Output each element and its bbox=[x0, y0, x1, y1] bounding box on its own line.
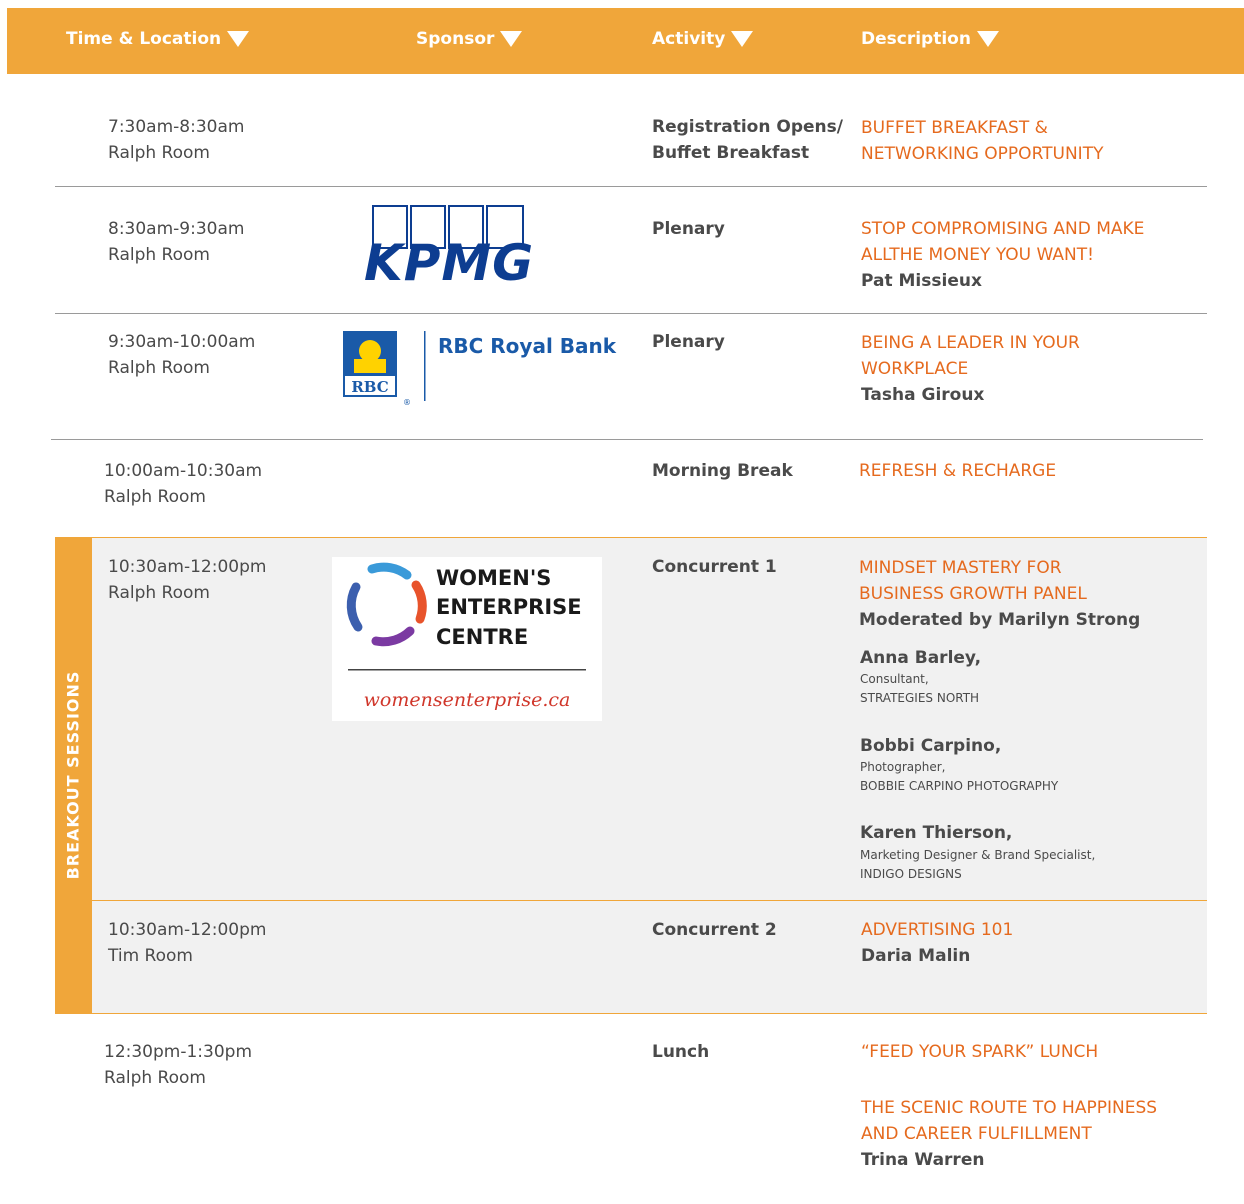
session-description: REFRESH & RECHARGE bbox=[859, 461, 1057, 481]
wec-url: womensenterprise.ca bbox=[364, 689, 571, 711]
session-time: 8:30am-9:30am bbox=[108, 219, 245, 239]
speaker-name: Trina Warren bbox=[861, 1150, 985, 1170]
session-time: 10:00am-10:30am bbox=[104, 461, 263, 481]
speaker-name: Tasha Giroux bbox=[861, 385, 985, 405]
rbc-wordmark: RBC Royal Bank bbox=[438, 334, 617, 358]
session-room: Ralph Room bbox=[104, 1068, 206, 1088]
rbc-crest-text: RBC bbox=[351, 378, 388, 396]
breakout-mid-divider bbox=[92, 900, 1207, 901]
panelist-title: Photographer, bbox=[860, 760, 946, 774]
session-room: Ralph Room bbox=[108, 143, 210, 163]
session-description: STOP COMPROMISING AND MAKE bbox=[861, 219, 1145, 239]
session-activity: Buffet Breakfast bbox=[652, 143, 810, 163]
moderator-name: Moderated by Marilyn Strong bbox=[859, 610, 1141, 630]
session-activity: Concurrent 2 bbox=[652, 920, 777, 940]
registered-mark: ® bbox=[403, 398, 411, 407]
row-divider bbox=[55, 313, 1207, 314]
sort-activity[interactable]: Activity bbox=[652, 28, 754, 50]
panelist-name: Bobbi Carpino, bbox=[860, 736, 1002, 756]
wec-name-line3: CENTRE bbox=[436, 625, 528, 649]
sort-arrow-icon[interactable] bbox=[227, 31, 250, 47]
session-activity: Concurrent 1 bbox=[652, 557, 777, 577]
sort-arrow-icon[interactable] bbox=[976, 31, 999, 47]
sort-arrow-icon[interactable] bbox=[731, 31, 754, 47]
session-room: Ralph Room bbox=[108, 583, 210, 603]
session-room: Ralph Room bbox=[108, 358, 210, 378]
session-room: Ralph Room bbox=[108, 245, 210, 265]
session-description: AND CAREER FULFILLMENT bbox=[861, 1124, 1092, 1144]
sort-arrow-icon[interactable] bbox=[500, 31, 523, 47]
session-time: 12:30pm-1:30pm bbox=[104, 1042, 253, 1062]
panelist-title: Consultant, bbox=[860, 672, 929, 686]
row-divider bbox=[55, 186, 1207, 187]
session-description: BUFFET BREAKFAST & bbox=[861, 118, 1048, 138]
breakout-sessions-label: BREAKOUT SESSIONS bbox=[63, 670, 83, 880]
session-description: “FEED YOUR SPARK” LUNCH bbox=[861, 1042, 1099, 1062]
header-sponsor-label: Sponsor bbox=[416, 29, 495, 49]
kpmg-logo: KPMG bbox=[364, 205, 534, 284]
wec-name-line2: ENTERPRISE bbox=[436, 595, 582, 619]
session-time: 7:30am-8:30am bbox=[108, 117, 245, 137]
session-room: Tim Room bbox=[108, 946, 193, 966]
header-time-label: Time & Location bbox=[66, 29, 222, 49]
session-time: 10:30am-12:00pm bbox=[108, 557, 267, 577]
session-activity: Morning Break bbox=[652, 461, 793, 481]
rbc-logo: RBC ® RBC Royal Bank bbox=[343, 331, 617, 407]
womens-enterprise-centre-logo: WOMEN'S ENTERPRISE CENTRE womensenterpri… bbox=[332, 557, 602, 721]
session-time: 10:30am-12:00pm bbox=[108, 920, 267, 940]
wec-name-line1: WOMEN'S bbox=[436, 566, 551, 590]
session-description: WORKPLACE bbox=[861, 359, 969, 379]
panelist-company: STRATEGIES NORTH bbox=[860, 691, 980, 705]
panelist-company: INDIGO DESIGNS bbox=[860, 867, 962, 881]
session-time: 9:30am-10:00am bbox=[108, 332, 256, 352]
row-divider bbox=[51, 439, 1203, 440]
session-description: BEING A LEADER IN YOUR bbox=[861, 333, 1080, 353]
header-description-label: Description bbox=[861, 29, 971, 49]
session-activity: Registration Opens/ bbox=[652, 117, 843, 137]
session-activity: Plenary bbox=[652, 219, 725, 239]
panelist-company: BOBBIE CARPINO PHOTOGRAPHY bbox=[860, 779, 1059, 793]
session-activity: Plenary bbox=[652, 332, 725, 352]
speaker-name: Daria Malin bbox=[861, 946, 971, 966]
sort-sponsor[interactable]: Sponsor bbox=[416, 28, 523, 50]
sort-time-location[interactable]: Time & Location bbox=[66, 28, 250, 50]
panelist-name: Anna Barley, bbox=[860, 648, 982, 668]
breakout-bottom-divider bbox=[55, 1013, 1207, 1014]
session-description: THE SCENIC ROUTE TO HAPPINESS bbox=[861, 1098, 1158, 1118]
session-description: ADVERTISING 101 bbox=[861, 920, 1014, 940]
session-description: MINDSET MASTERY FOR bbox=[859, 558, 1062, 578]
speaker-name: Pat Missieux bbox=[861, 271, 982, 291]
session-description: BUSINESS GROWTH PANEL bbox=[859, 584, 1087, 604]
panelist-title: Marketing Designer & Brand Specialist, bbox=[860, 848, 1096, 862]
session-description: NETWORKING OPPORTUNITY bbox=[861, 144, 1104, 164]
session-room: Ralph Room bbox=[104, 487, 206, 507]
header-activity-label: Activity bbox=[652, 29, 726, 49]
breakout-top-divider bbox=[55, 537, 1207, 538]
session-activity: Lunch bbox=[652, 1042, 710, 1062]
session-description: ALLTHE MONEY YOU WANT! bbox=[861, 245, 1094, 265]
kpmg-wordmark: KPMG bbox=[364, 234, 534, 284]
panelist-name: Karen Thierson, bbox=[860, 823, 1013, 843]
sort-description[interactable]: Description bbox=[861, 28, 999, 50]
